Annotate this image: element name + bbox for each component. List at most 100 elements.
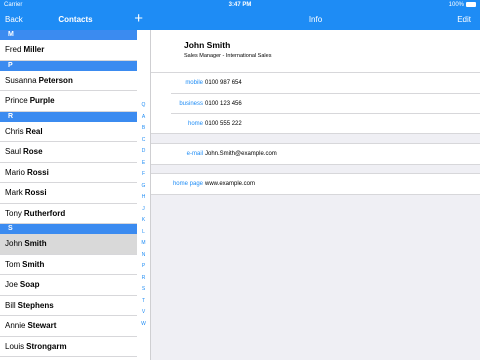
- contact-last-name: Smith: [24, 239, 47, 249]
- email-field[interactable]: e-mail John.Smith@example.com: [151, 144, 480, 165]
- index-letter[interactable]: W: [137, 321, 150, 327]
- contact-last-name: Peterson: [38, 75, 73, 85]
- contact-header: John Smith Sales Manager - International…: [151, 30, 480, 74]
- contact-first-name: Tom: [5, 259, 21, 269]
- email-group: e-mail John.Smith@example.com: [151, 143, 480, 165]
- contact-detail-pane: John Smith Sales Manager - International…: [151, 30, 480, 360]
- index-letter[interactable]: V: [137, 309, 150, 315]
- index-letter[interactable]: M: [137, 240, 150, 246]
- index-letter[interactable]: P: [137, 263, 150, 269]
- section-index[interactable]: QABCDEFGHJKLMNPRSTVW: [137, 30, 150, 360]
- contact-last-name: Rutherford: [23, 208, 66, 218]
- index-letter[interactable]: C: [137, 137, 150, 143]
- homepage-value: www.example.com: [205, 181, 256, 187]
- contact-last-name: Rossi: [24, 188, 47, 198]
- phone-value: 0100 123 456: [205, 100, 242, 107]
- contact-row[interactable]: Bill Stephens: [0, 296, 137, 316]
- contact-last-name: Smith: [22, 259, 45, 269]
- detail-nav-bar: Info Edit: [151, 10, 480, 30]
- index-letter[interactable]: F: [137, 171, 150, 177]
- contact-row[interactable]: Mark Rossi: [0, 183, 137, 204]
- contact-first-name: Chris: [5, 126, 24, 136]
- battery-percentage: 100%: [448, 2, 464, 8]
- contact-last-name: Purple: [29, 96, 55, 106]
- phone-field-mobile[interactable]: mobile 0100 987 654: [151, 73, 480, 94]
- contact-first-name: Annie: [5, 321, 26, 331]
- contact-last-name: Miller: [23, 45, 45, 55]
- homepage-label: home page: [172, 181, 203, 187]
- contacts-title: Contacts: [58, 15, 93, 24]
- add-contact-button[interactable]: +: [134, 11, 143, 26]
- phone-field-business[interactable]: business 0100 123 456: [151, 94, 480, 114]
- contact-row[interactable]: Prince Purple: [0, 91, 137, 112]
- status-bar: Carrier 3:47 PM 100%: [0, 0, 480, 10]
- homepage-group: home page www.example.com: [151, 173, 480, 195]
- phone-label: business: [179, 100, 203, 107]
- contact-first-name: Prince: [5, 96, 28, 106]
- contact-row[interactable]: Mario Rossi: [0, 163, 137, 183]
- contact-row[interactable]: Annie Stewart: [0, 316, 137, 337]
- contact-first-name: Fred: [5, 45, 22, 55]
- contact-first-name: Joe: [5, 280, 18, 290]
- phone-group: mobile 0100 987 654 business 0100 123 45…: [151, 72, 480, 134]
- phone-field-home[interactable]: home 0100 555 222: [151, 114, 480, 135]
- index-letter[interactable]: E: [137, 160, 150, 166]
- contact-first-name: Saul: [5, 147, 22, 157]
- contact-row[interactable]: Chris Real: [0, 122, 137, 142]
- contact-last-name: Strongarm: [26, 341, 67, 351]
- index-letter[interactable]: B: [137, 125, 150, 131]
- phone-value: 0100 555 222: [205, 121, 242, 127]
- email-value: John.Smith@example.com: [205, 151, 277, 157]
- contact-row[interactable]: Joe Soap: [0, 275, 137, 296]
- index-letter[interactable]: T: [137, 298, 150, 304]
- index-letter[interactable]: R: [137, 275, 150, 281]
- battery-icon: [466, 2, 476, 7]
- index-letter[interactable]: K: [137, 217, 150, 223]
- contact-last-name: Rossi: [27, 167, 49, 177]
- index-letter[interactable]: H: [137, 194, 150, 200]
- contact-first-name: Tony: [5, 208, 22, 218]
- contact-row[interactable]: Tony Rutherford: [0, 204, 137, 224]
- index-letter[interactable]: A: [137, 114, 150, 120]
- contact-row[interactable]: Louis Strongarm: [0, 337, 137, 357]
- contact-list[interactable]: M Fred Miller P Susanna Peterson Prince Purple R…: [0, 30, 137, 360]
- section-header: R: [0, 111, 137, 122]
- index-letter[interactable]: G: [137, 183, 150, 189]
- phone-value: 0100 987 654: [205, 80, 242, 86]
- section-header: P: [0, 60, 137, 71]
- contact-row[interactable]: John Smith: [0, 234, 137, 255]
- email-label: e-mail: [186, 151, 203, 157]
- contacts-nav-bar: Back Contacts +: [0, 10, 151, 30]
- contact-last-name: Stewart: [27, 321, 57, 331]
- index-letter[interactable]: J: [137, 206, 150, 212]
- index-letter[interactable]: L: [137, 229, 150, 235]
- contact-last-name: Soap: [19, 280, 40, 290]
- contact-last-name: Rose: [23, 147, 43, 157]
- contact-row[interactable]: Fred Miller: [0, 40, 137, 61]
- contact-first-name: Mario: [5, 167, 26, 177]
- contact-first-name: Susanna: [5, 75, 37, 85]
- info-title: Info: [308, 15, 323, 24]
- phone-label: home: [187, 121, 203, 127]
- contact-first-name: John: [5, 239, 23, 249]
- homepage-field[interactable]: home page www.example.com: [151, 174, 480, 195]
- contact-last-name: Real: [25, 126, 43, 136]
- contact-last-name: Stephens: [17, 300, 54, 310]
- contact-job-title: Sales Manager - International Sales: [184, 53, 272, 59]
- phone-label: mobile: [185, 80, 203, 86]
- contact-first-name: Mark: [5, 188, 23, 198]
- section-header: M: [0, 30, 137, 40]
- contact-row[interactable]: Tom Smith: [0, 255, 137, 275]
- contact-first-name: Bill: [5, 300, 16, 310]
- index-letter[interactable]: S: [137, 286, 150, 292]
- contact-name: John Smith: [184, 40, 231, 50]
- contact-first-name: Louis: [5, 341, 25, 351]
- index-letter[interactable]: D: [137, 148, 150, 154]
- contact-row[interactable]: Saul Rose: [0, 142, 137, 163]
- index-search-icon[interactable]: Q: [137, 102, 150, 108]
- section-header: S: [0, 224, 137, 234]
- index-letter[interactable]: N: [137, 252, 150, 258]
- status-time: 3:47 PM: [228, 2, 252, 8]
- contact-row[interactable]: Susanna Peterson: [0, 71, 137, 91]
- edit-button[interactable]: Edit: [457, 15, 471, 24]
